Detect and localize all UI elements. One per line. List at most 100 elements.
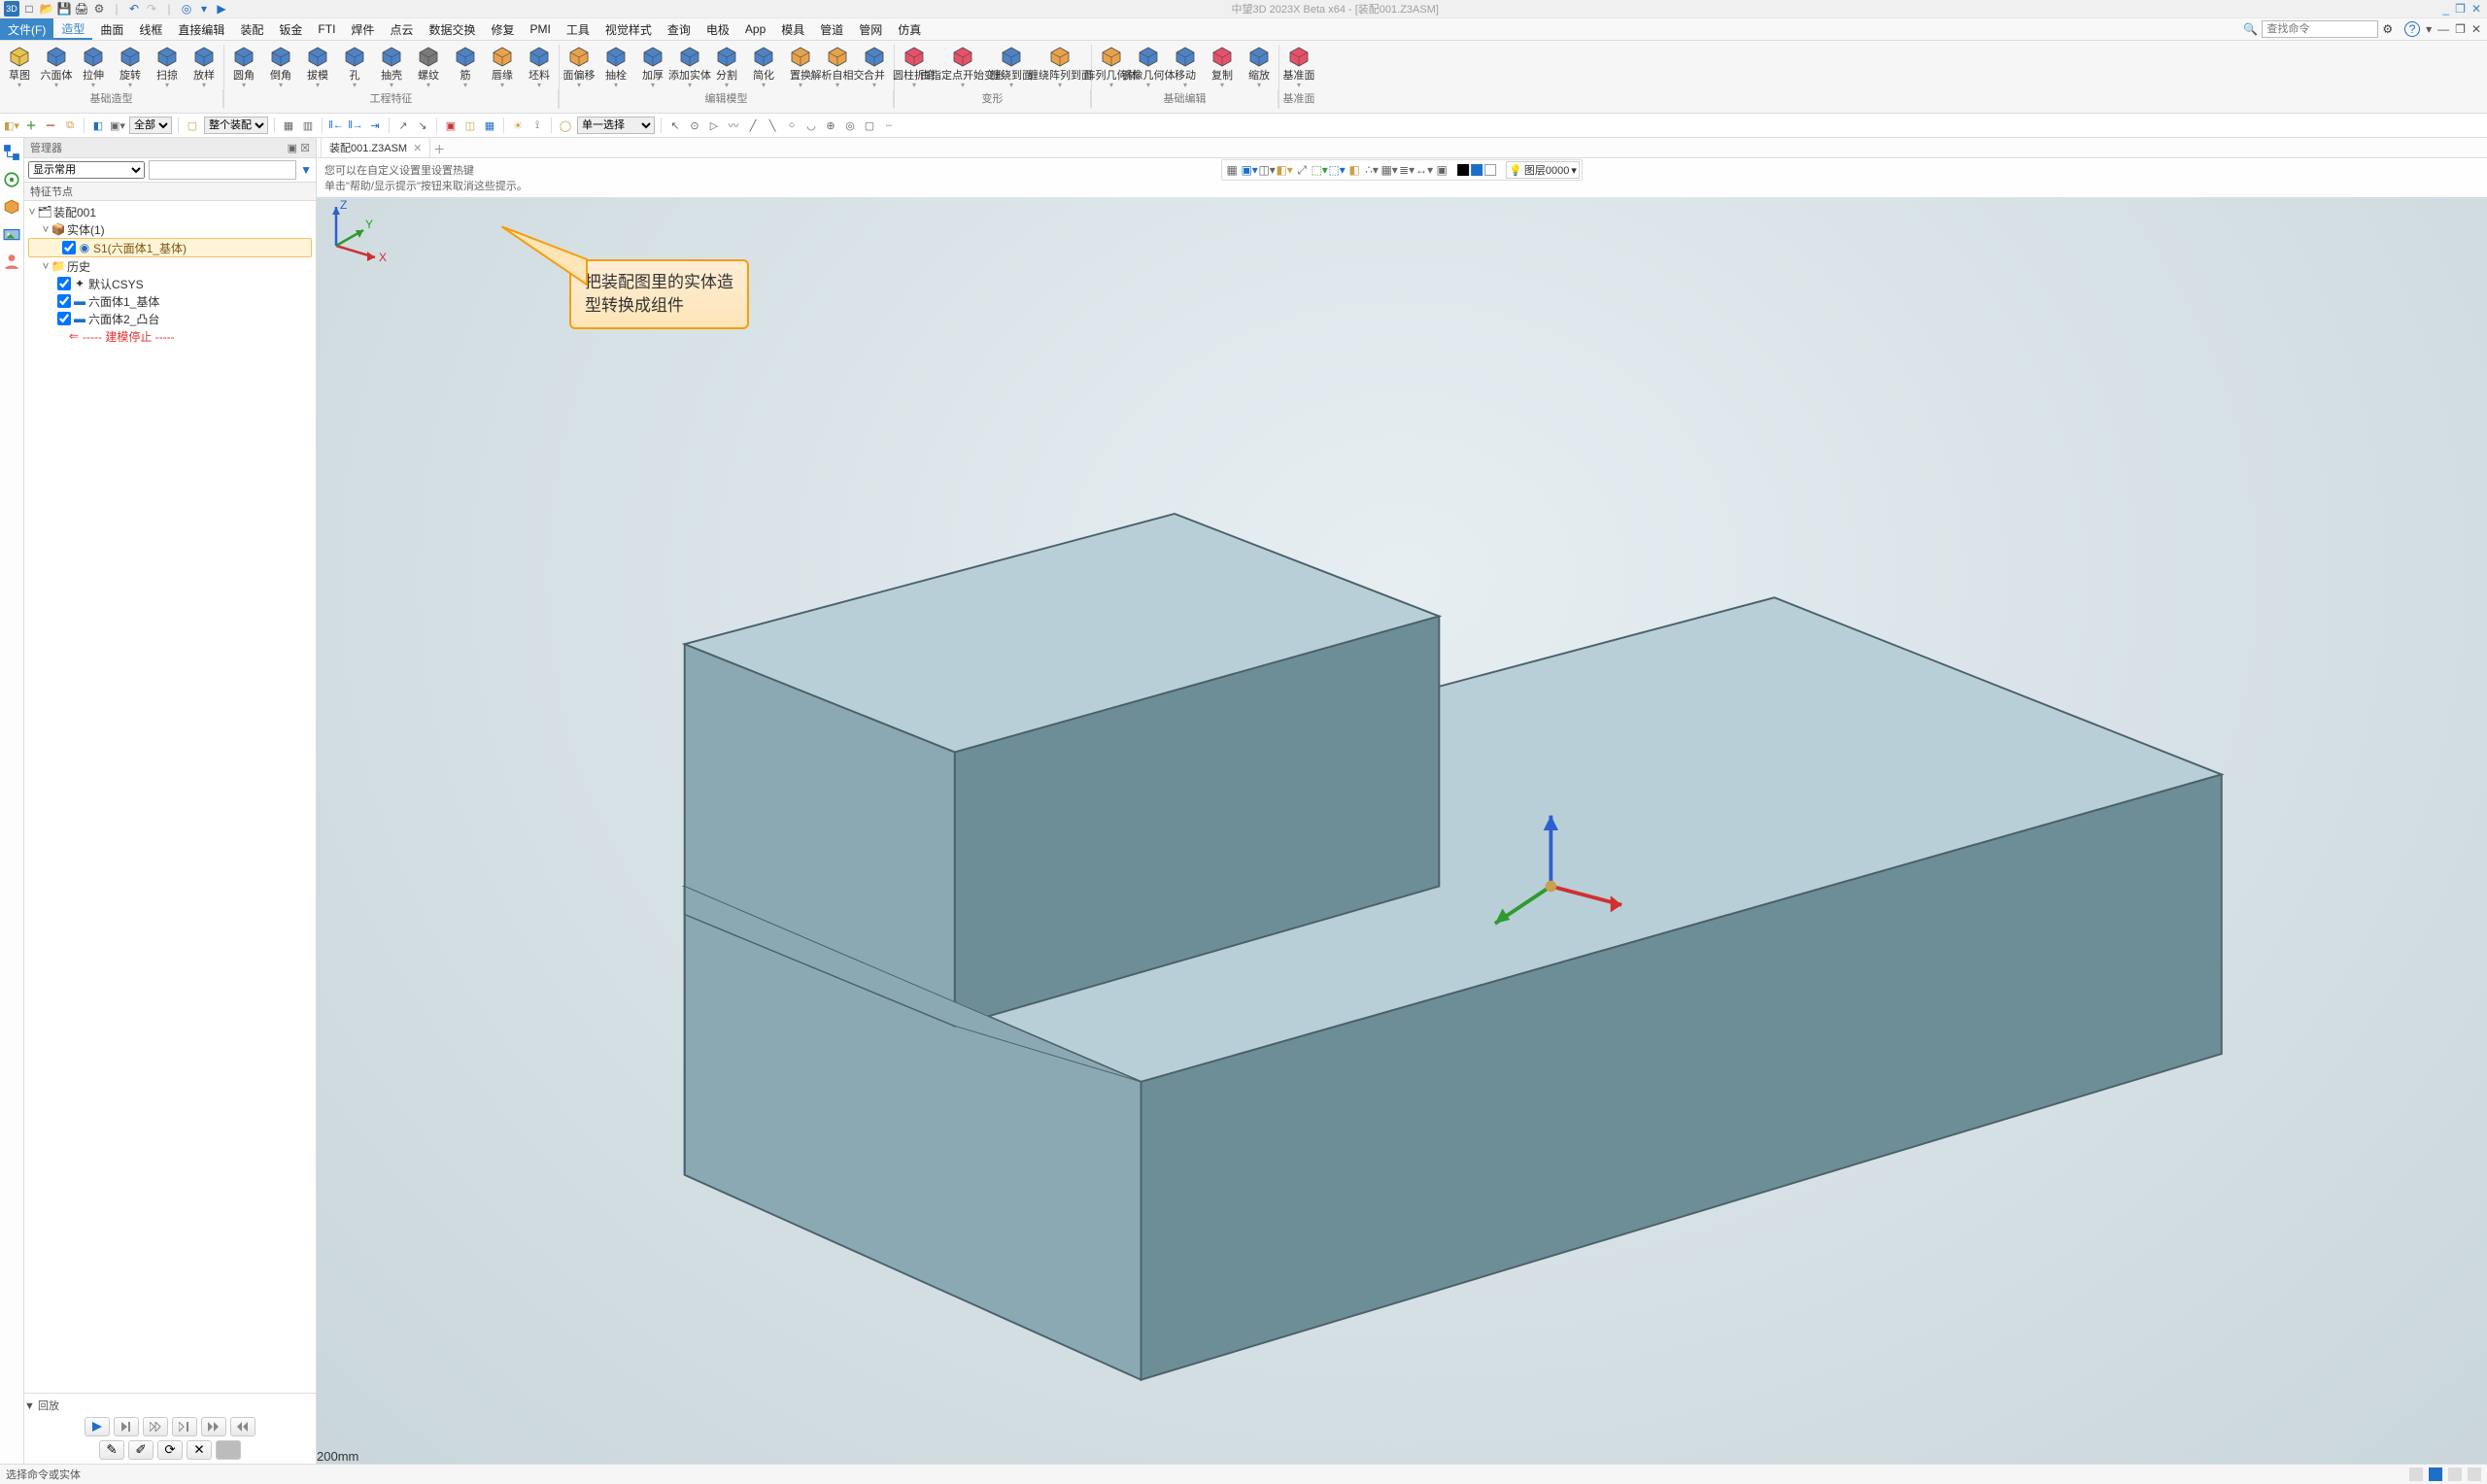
tb-swatch-icon[interactable]: ▣▾	[110, 118, 125, 133]
ribbon-cylbend-button[interactable]: 圆柱折弯▾	[897, 43, 932, 89]
vt-wire-icon[interactable]: ▦	[1224, 162, 1240, 178]
search-config-icon[interactable]: ⚙	[2382, 22, 2393, 36]
menu-修复[interactable]: 修复	[483, 18, 522, 40]
strip-tree-icon[interactable]	[3, 144, 20, 161]
ribbon-move-button[interactable]: 移动▾	[1168, 43, 1203, 89]
vt-grid-icon[interactable]: ▦▾	[1381, 162, 1397, 178]
playback-reset-button[interactable]: ⟳	[157, 1440, 183, 1460]
menu-线框[interactable]: 线框	[131, 18, 170, 40]
tb-anchor-icon[interactable]: ⟟	[529, 118, 545, 133]
manager-filter-input[interactable]	[149, 160, 296, 180]
tb-add-icon[interactable]: ＋	[23, 118, 39, 133]
tb-arrow1-icon[interactable]: ↗	[395, 118, 411, 133]
ribbon-sketch-button[interactable]: 草图▾	[2, 43, 37, 89]
qat-new-icon[interactable]: □	[21, 1, 37, 17]
document-tab[interactable]: 装配001.Z3ASM ✕	[321, 138, 430, 157]
tb-rect-add-icon[interactable]: ⧉	[62, 118, 78, 133]
vt-pt-icon[interactable]: ∴▾	[1364, 162, 1380, 178]
ribbon-sweep-button[interactable]: 扫掠▾	[150, 43, 185, 89]
ribbon-extrude-button[interactable]: 拉伸▾	[76, 43, 111, 89]
vt-blue-icon[interactable]	[1471, 164, 1482, 176]
vt-section-icon[interactable]: ◧	[1346, 162, 1362, 178]
playback-step-button[interactable]	[114, 1417, 139, 1436]
ribbon-box-button[interactable]: 六面体▾	[39, 43, 74, 89]
tb-assembly-scope[interactable]: 整个装配	[204, 117, 268, 134]
ribbon-stock-button[interactable]: 坯料▾	[522, 43, 557, 89]
viewport-3d[interactable]: 把装配图里的实体造 型转换成组件	[317, 197, 2487, 1464]
app-close-icon[interactable]: ✕	[2471, 22, 2481, 36]
tree-csys-checkbox[interactable]	[57, 277, 71, 290]
menu-视觉样式[interactable]: 视觉样式	[597, 18, 660, 40]
ribbon-pattern-button[interactable]: 阵列几何体▾	[1094, 43, 1129, 89]
tb-box-icon[interactable]: ▢	[862, 118, 877, 133]
ribbon-chamfer-button[interactable]: 倒角▾	[263, 43, 298, 89]
playback-fwd-button[interactable]	[201, 1417, 226, 1436]
tree-h1[interactable]: ▬六面体1_基体	[24, 292, 316, 310]
tb-cursor-icon[interactable]: ↖	[667, 118, 683, 133]
vt-fit-icon[interactable]: ⤢	[1294, 162, 1310, 178]
qat-target-icon[interactable]: ◎	[179, 1, 194, 17]
strip-user-icon[interactable]	[3, 253, 20, 270]
menu-电极[interactable]: 电极	[698, 18, 737, 40]
ribbon-copy-button[interactable]: 复制▾	[1205, 43, 1240, 89]
tb-align3-icon[interactable]: ⇥	[367, 118, 383, 133]
ribbon-selfint-button[interactable]: 解析自相交▾	[820, 43, 855, 89]
menu-点云[interactable]: 点云	[382, 18, 421, 40]
tb-box-icon[interactable]: ▢	[185, 118, 200, 133]
menu-工具[interactable]: 工具	[559, 18, 597, 40]
manager-funnel-icon[interactable]: ▼	[300, 163, 312, 177]
tree-h2[interactable]: ▬六面体2_凸台	[24, 310, 316, 327]
search-input[interactable]	[2262, 20, 2378, 38]
menu-造型[interactable]: 造型	[53, 18, 92, 40]
tb-break-icon[interactable]: ◫	[462, 118, 478, 133]
ribbon-split-button[interactable]: 分割▾	[709, 43, 744, 89]
vt-shade-icon[interactable]: ▣▾	[1242, 162, 1257, 178]
vt-box2-icon[interactable]: ⬚▾	[1329, 162, 1345, 178]
tb-line-icon[interactable]: ╱	[745, 118, 761, 133]
tab-add-button[interactable]: ＋	[430, 141, 448, 157]
ribbon-hole-button[interactable]: 孔▾	[337, 43, 372, 89]
status-icon2[interactable]	[2429, 1467, 2442, 1481]
ribbon-thread-button[interactable]: 螺纹▾	[411, 43, 446, 89]
tb-align2-icon[interactable]: ‖→	[348, 118, 363, 133]
tb-circle-icon[interactable]: ◯	[558, 118, 573, 133]
vt-layer-combo[interactable]: 💡 图层0000 ▾	[1506, 161, 1580, 179]
tree-entity-checkbox[interactable]	[62, 241, 76, 254]
qat-save-icon[interactable]: 💾	[56, 1, 72, 17]
doc-max-icon[interactable]: ❐	[2455, 2, 2466, 16]
playback-edit2-button[interactable]: ✐	[128, 1440, 153, 1460]
tree-build-stop[interactable]: ⇐----- 建模停止 -----	[24, 327, 316, 345]
menu-仿真[interactable]: 仿真	[890, 18, 929, 40]
vt-black-icon[interactable]	[1457, 164, 1469, 176]
tb-grid1-icon[interactable]: ▦	[281, 118, 296, 133]
tree-h1-checkbox[interactable]	[57, 294, 71, 308]
qat-undo-icon[interactable]: ↶	[126, 1, 142, 17]
qat-dropdown-icon[interactable]: ▾	[196, 1, 212, 17]
manager-view-select[interactable]: 显示常用	[28, 161, 145, 179]
playback-block-button[interactable]	[216, 1440, 241, 1460]
tab-close-icon[interactable]: ✕	[413, 142, 422, 154]
tree-h2-checkbox[interactable]	[57, 312, 71, 325]
tb-color-icon[interactable]: ▣	[443, 118, 459, 133]
qat-play-icon[interactable]: ▶	[214, 1, 229, 17]
tb-arc-icon[interactable]: ◡	[803, 118, 819, 133]
menu-App[interactable]: App	[737, 18, 773, 40]
tree-root[interactable]: ˅🗂装配001	[24, 203, 316, 220]
playback-delete-button[interactable]: ✕	[187, 1440, 212, 1460]
tb-wire-icon[interactable]: ◎	[842, 118, 858, 133]
app-max-icon[interactable]: ❐	[2455, 22, 2466, 36]
tb-curve-icon[interactable]: 〰	[726, 118, 741, 133]
vt-persp-icon[interactable]: ◫▾	[1259, 162, 1275, 178]
menu-管道[interactable]: 管道	[812, 18, 851, 40]
tb-line2-icon[interactable]: ╲	[765, 118, 780, 133]
ribbon-replace-button[interactable]: 置换▾	[783, 43, 818, 89]
vt-cube-icon[interactable]: ◧▾	[1277, 162, 1292, 178]
ribbon-wrap-button[interactable]: 缠绕到面▾	[994, 43, 1029, 89]
playback-play-button[interactable]	[85, 1417, 110, 1436]
tb-remove-icon[interactable]: －	[43, 118, 58, 133]
ribbon-thicken-button[interactable]: 加厚▾	[635, 43, 670, 89]
menu-文件(F)[interactable]: 文件(F)	[0, 18, 53, 40]
tb-cube2-icon[interactable]: ▦	[482, 118, 497, 133]
strip-assembly-icon[interactable]	[3, 171, 20, 188]
tree-entity-group[interactable]: ˅📦实体(1)	[24, 220, 316, 238]
